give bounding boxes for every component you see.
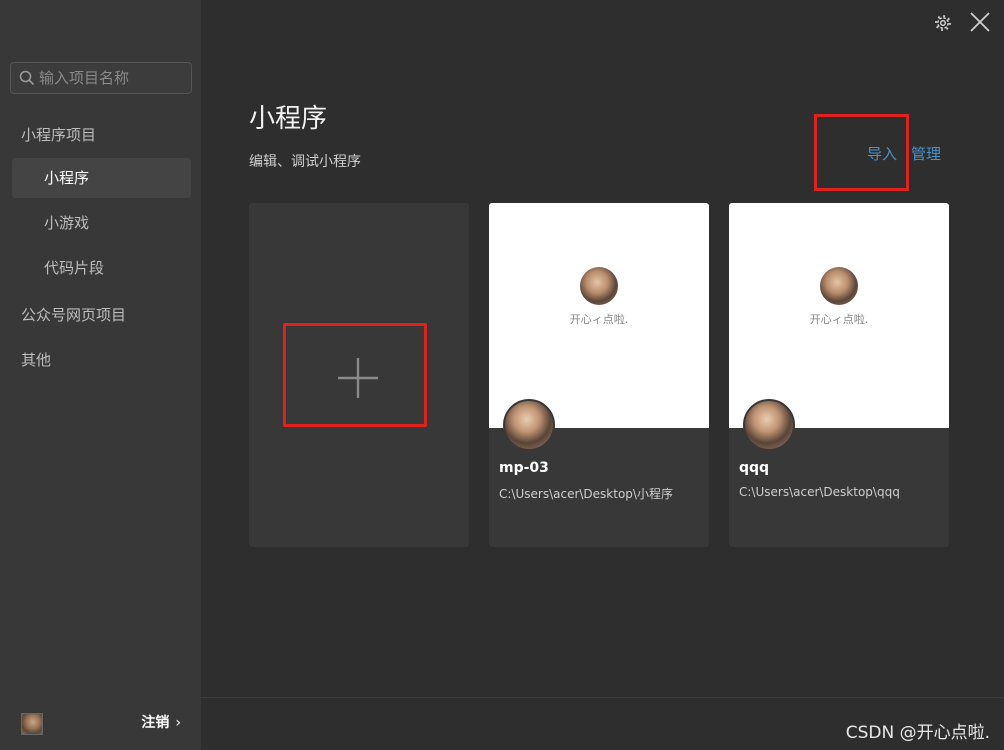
project-preview: 开心ィ点啦. [729,203,949,428]
chevron-right-icon: › [175,715,181,731]
sidebar-footer: 注销 › [0,698,201,750]
project-preview: 开心ィ点啦. [489,203,709,428]
page-title: 小程序 [249,104,328,134]
manage-link[interactable]: 管理 [911,145,941,163]
window-controls [932,10,992,36]
project-path: C:\Users\acer\Desktop\小程序 [499,487,673,501]
plus-icon [338,358,378,398]
project-card[interactable]: 开心ィ点啦. mp-03 C:\Users\acer\Desktop\小程序 [489,203,709,547]
sidebar-item-minigame[interactable]: 小游戏 [12,203,191,243]
nav-group-official-account[interactable]: 公众号网页项目 [21,304,126,325]
gear-icon[interactable] [934,14,952,32]
project-avatar [503,399,555,451]
sidebar: 小程序项目 小程序 小游戏 代码片段 公众号网页项目 其他 注销 › [0,0,201,750]
footer-divider [201,697,1004,698]
nav-group-miniprogram[interactable]: 小程序项目 [21,124,96,145]
sidebar-item-miniprogram[interactable]: 小程序 [12,158,191,198]
page-subtitle: 编辑、调试小程序 [249,154,361,170]
search-input[interactable] [39,67,187,89]
project-path: C:\Users\acer\Desktop\qqq [739,485,900,499]
preview-text: 开心ィ点啦. [809,313,869,326]
nav-group-other[interactable]: 其他 [21,349,51,370]
project-name: mp-03 [499,460,549,476]
preview-avatar [820,267,858,305]
project-avatar [743,399,795,451]
search-box [10,62,192,94]
import-highlight-box [814,114,909,191]
sidebar-item-code-snippet[interactable]: 代码片段 [12,248,191,288]
preview-avatar [580,267,618,305]
user-avatar[interactable] [21,713,43,735]
logout-button[interactable]: 注销 › [141,712,181,732]
project-card[interactable]: 开心ィ点啦. qqq C:\Users\acer\Desktop\qqq [729,203,949,547]
main-panel: 小程序 编辑、调试小程序 导入 管理 开心ィ点啦. mp-03 C:\Users\… [201,0,1004,750]
close-icon[interactable] [968,10,992,34]
project-name: qqq [739,460,770,476]
new-project-highlight-box [283,323,427,427]
new-project-card[interactable] [249,203,469,547]
preview-text: 开心ィ点啦. [569,313,629,326]
logout-label: 注销 [141,715,170,731]
watermark: CSDN @开心点啦. [845,723,990,743]
search-icon [19,70,35,86]
